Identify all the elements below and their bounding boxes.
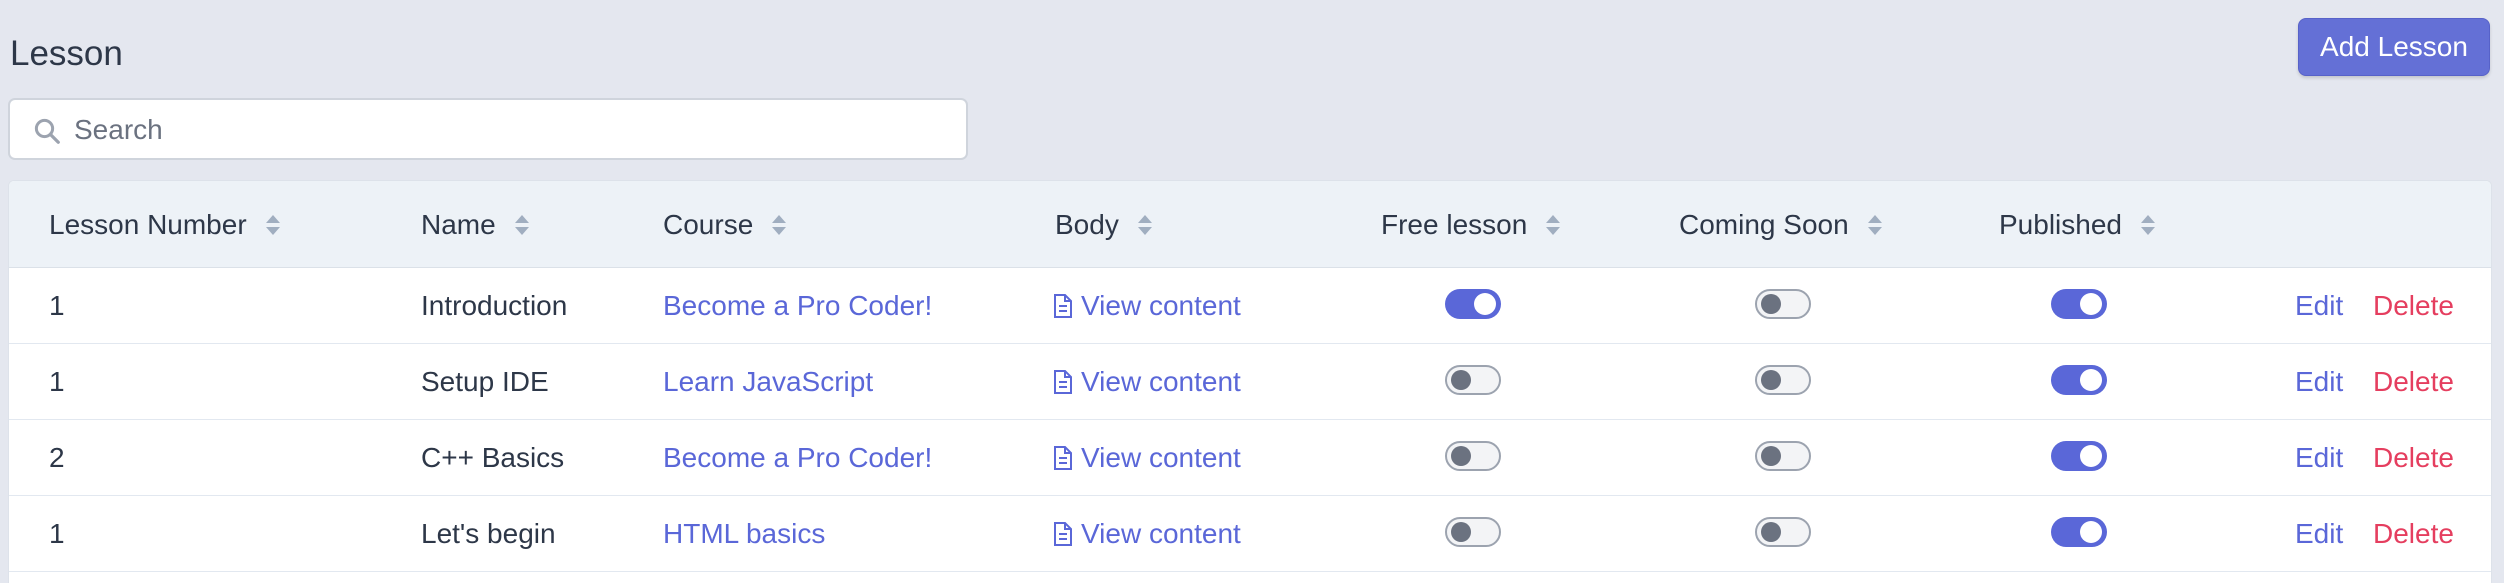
header-label: Name (421, 209, 496, 240)
table-header: Lesson Number Name Course Body Free less… (9, 181, 2491, 268)
header-coming-soon[interactable]: Coming Soon (1679, 205, 1883, 245)
add-lesson-button[interactable]: Add Lesson (2298, 18, 2490, 76)
lesson-number: 1 (49, 518, 65, 549)
free-lesson-toggle[interactable] (1445, 517, 1501, 547)
search-input[interactable] (72, 108, 946, 152)
header-body[interactable]: Body (1055, 205, 1153, 245)
table-row: 1 Let's begin HTML basics View content E… (9, 496, 2491, 572)
published-toggle[interactable] (2051, 289, 2107, 319)
header-label: Lesson Number (49, 209, 247, 240)
header-label: Course (663, 209, 754, 240)
edit-link[interactable]: Edit (2295, 362, 2343, 402)
free-lesson-toggle[interactable] (1445, 365, 1501, 395)
delete-link[interactable]: Delete (2373, 438, 2454, 478)
toggle-knob (1451, 370, 1471, 390)
search-icon (34, 118, 60, 144)
toggle-knob (1761, 446, 1781, 466)
table-row: 1 Setup IDE Learn JavaScript View conten… (9, 344, 2491, 420)
toggle-knob (1451, 446, 1471, 466)
lesson-name: C++ Basics (421, 442, 565, 473)
header-label: Coming Soon (1679, 209, 1849, 240)
coming-soon-toggle[interactable] (1755, 441, 1811, 471)
course-link[interactable]: Become a Pro Coder! (663, 286, 932, 326)
coming-soon-toggle[interactable] (1755, 365, 1811, 395)
coming-soon-toggle[interactable] (1755, 289, 1811, 319)
sort-icon (2140, 215, 2155, 235)
page-title: Lesson (10, 34, 123, 73)
header-label: Published (1999, 209, 2122, 240)
toggle-knob (1761, 522, 1781, 542)
edit-link[interactable]: Edit (2295, 286, 2343, 326)
toggle-knob (2080, 369, 2102, 391)
edit-link[interactable]: Edit (2295, 514, 2343, 554)
lesson-name: Let's begin (421, 518, 556, 549)
published-toggle[interactable] (2051, 517, 2107, 547)
lesson-number: 1 (49, 290, 65, 321)
toggle-knob (2080, 293, 2102, 315)
sort-icon (514, 215, 529, 235)
toggle-knob (2080, 521, 2102, 543)
edit-link[interactable]: Edit (2295, 438, 2343, 478)
toggle-knob (2080, 445, 2102, 467)
view-content-label: View content (1081, 290, 1241, 321)
header-published[interactable]: Published (1999, 205, 2156, 245)
header-label: Body (1055, 209, 1119, 240)
lesson-number: 1 (49, 366, 65, 397)
table-row: 2 C++ Basics Become a Pro Coder! View co… (9, 420, 2491, 496)
course-link[interactable]: HTML basics (663, 514, 825, 554)
document-icon (1054, 446, 1072, 470)
document-icon (1054, 370, 1072, 394)
sort-icon (1867, 215, 1882, 235)
published-toggle[interactable] (2051, 365, 2107, 395)
table-row: 1 Introduction Become a Pro Coder! View … (9, 268, 2491, 344)
toggle-knob (1451, 522, 1471, 542)
view-content-label: View content (1081, 442, 1241, 473)
published-toggle[interactable] (2051, 441, 2107, 471)
sort-icon (1137, 215, 1152, 235)
delete-link[interactable]: Delete (2373, 514, 2454, 554)
toggle-knob (1761, 294, 1781, 314)
view-content-link[interactable]: View content (1053, 362, 1241, 402)
header-lesson-number[interactable]: Lesson Number (49, 205, 281, 245)
view-content-link[interactable]: View content (1053, 286, 1241, 326)
lessons-table: Lesson Number Name Course Body Free less… (8, 180, 2492, 583)
free-lesson-toggle[interactable] (1445, 289, 1501, 319)
view-content-label: View content (1081, 366, 1241, 397)
delete-link[interactable]: Delete (2373, 286, 2454, 326)
view-content-link[interactable]: View content (1053, 514, 1241, 554)
free-lesson-toggle[interactable] (1445, 441, 1501, 471)
toggle-knob (1761, 370, 1781, 390)
coming-soon-toggle[interactable] (1755, 517, 1811, 547)
lesson-name: Introduction (421, 290, 568, 321)
search-box (8, 98, 968, 160)
sort-icon (772, 215, 787, 235)
course-link[interactable]: Become a Pro Coder! (663, 438, 932, 478)
document-icon (1054, 294, 1072, 318)
header-label: Free lesson (1381, 209, 1528, 240)
sort-icon (1546, 215, 1561, 235)
toggle-knob (1474, 293, 1496, 315)
lesson-name: Setup IDE (421, 366, 549, 397)
header-name[interactable]: Name (421, 205, 530, 245)
view-content-link[interactable]: View content (1053, 438, 1241, 478)
course-link[interactable]: Learn JavaScript (663, 362, 873, 402)
header-free-lesson[interactable]: Free lesson (1381, 205, 1561, 245)
sort-icon (265, 215, 280, 235)
document-icon (1054, 522, 1072, 546)
delete-link[interactable]: Delete (2373, 362, 2454, 402)
lesson-number: 2 (49, 442, 65, 473)
view-content-label: View content (1081, 518, 1241, 549)
header-course[interactable]: Course (663, 205, 787, 245)
